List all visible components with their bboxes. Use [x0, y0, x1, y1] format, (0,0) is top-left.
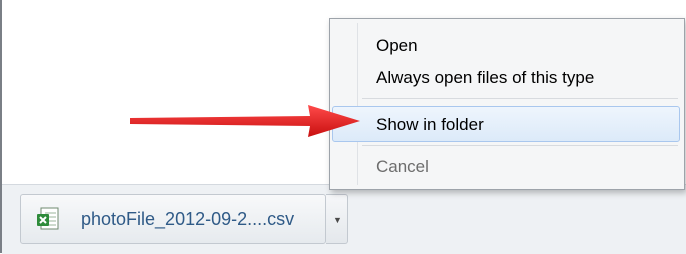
menu-item-always-open[interactable]: Always open files of this type — [332, 61, 680, 93]
menu-separator — [362, 145, 678, 146]
menu-item-open[interactable]: Open — [332, 29, 680, 61]
pointer-arrow-icon — [130, 105, 360, 137]
menu-item-label: Always open files of this type — [376, 68, 595, 87]
menu-item-cancel[interactable]: Cancel — [332, 150, 680, 182]
download-item[interactable]: photoFile_2012-09-2....csv — [20, 194, 326, 244]
menu-separator — [362, 98, 678, 99]
dropdown-arrow-icon: ▼ — [333, 215, 342, 225]
menu-item-label: Show in folder — [376, 115, 484, 134]
download-context-menu: Open Always open files of this type Show… — [329, 18, 685, 190]
excel-csv-icon — [37, 207, 59, 230]
menu-item-label: Open — [376, 36, 418, 55]
menu-item-show-in-folder[interactable]: Show in folder — [332, 106, 680, 142]
download-file-name: photoFile_2012-09-2....csv — [81, 209, 295, 229]
menu-item-label: Cancel — [376, 157, 429, 176]
download-options-button[interactable]: ▼ — [326, 194, 348, 244]
